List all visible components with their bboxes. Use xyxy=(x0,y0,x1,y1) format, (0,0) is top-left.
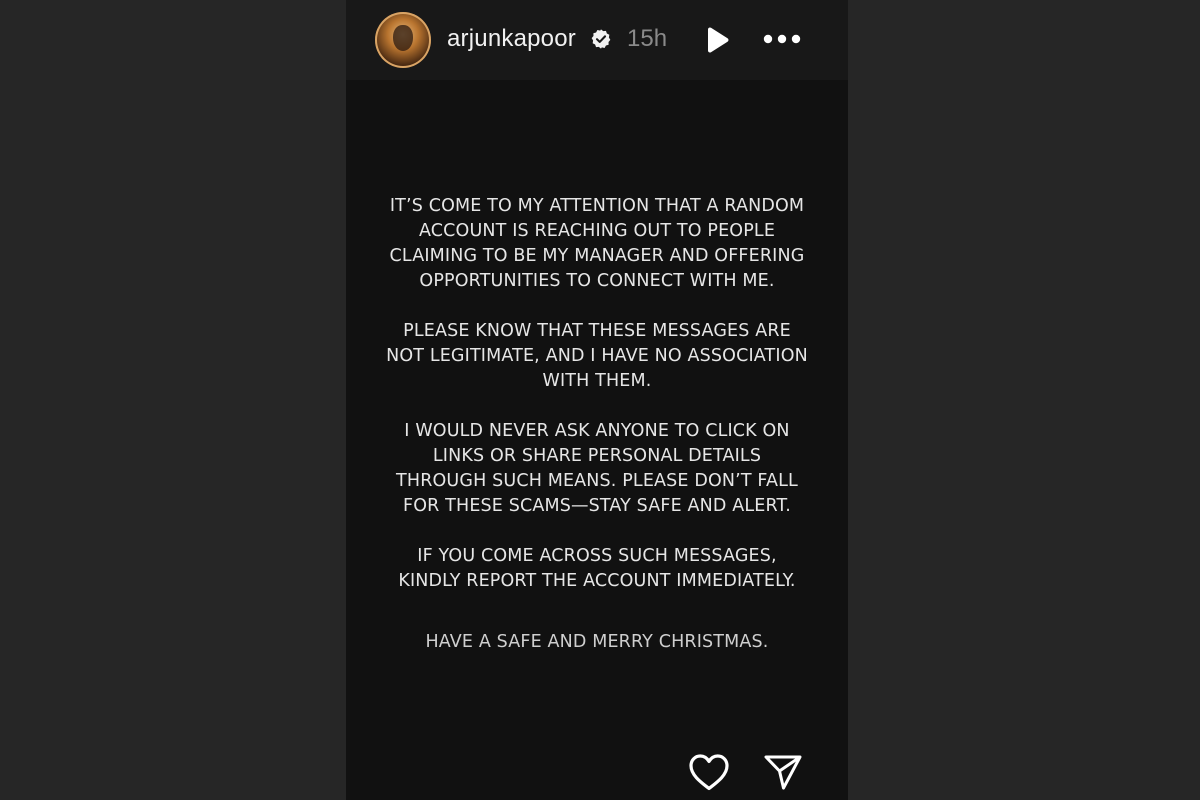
text-line: WITH THEM. xyxy=(542,371,652,391)
text-line: OPPORTUNITIES TO CONNECT WITH ME. xyxy=(419,271,775,291)
verified-badge-icon xyxy=(591,29,611,49)
play-icon[interactable] xyxy=(702,26,732,54)
story-timestamp: 15h xyxy=(627,25,668,52)
text-line: I WOULD NEVER ASK ANYONE TO CLICK ON xyxy=(404,421,790,441)
text-line: LINKS OR SHARE PERSONAL DETAILS xyxy=(432,446,762,466)
text-line: IT’S COME TO MY ATTENTION THAT A RANDOM xyxy=(389,196,805,216)
story-text: IT’S COME TO MY ATTENTION THAT A RANDOM … xyxy=(346,194,848,655)
text-line: NOT LEGITIMATE, AND I HAVE NO ASSOCIATIO… xyxy=(386,346,808,366)
heart-icon[interactable] xyxy=(687,751,731,793)
page-background: arjunkapoor 15h IT’S COME TO MY ATTENTIO… xyxy=(0,0,1200,800)
text-line: THROUGH SUCH MEANS. PLEASE DON’T FALL xyxy=(396,471,798,491)
paragraph-not-legitimate: PLEASE KNOW THAT THESE MESSAGES ARE NOT … xyxy=(346,319,848,394)
text-line: CLAIMING TO BE MY MANAGER AND OFFERING xyxy=(389,246,805,266)
text-line: KINDLY REPORT THE ACCOUNT IMMEDIATELY. xyxy=(398,571,796,591)
text-line: HAVE A SAFE AND MERRY CHRISTMAS. xyxy=(425,632,769,652)
more-options-icon[interactable] xyxy=(762,30,802,48)
paragraph-warning: IT’S COME TO MY ATTENTION THAT A RANDOM … xyxy=(346,194,848,294)
text-line: FOR THESE SCAMS—STAY SAFE AND ALERT. xyxy=(403,496,791,516)
avatar-photo xyxy=(393,25,413,51)
text-line: PLEASE KNOW THAT THESE MESSAGES ARE xyxy=(403,321,791,341)
paragraph-never-ask: I WOULD NEVER ASK ANYONE TO CLICK ON LIN… xyxy=(346,419,848,519)
text-line: ACCOUNT IS REACHING OUT TO PEOPLE xyxy=(418,221,776,241)
paragraph-report: IF YOU COME ACROSS SUCH MESSAGES, KINDLY… xyxy=(346,544,848,594)
story-header: arjunkapoor 15h xyxy=(346,0,848,80)
text-line: IF YOU COME ACROSS SUCH MESSAGES, xyxy=(417,546,777,566)
paper-plane-icon[interactable] xyxy=(762,752,804,792)
username-link[interactable]: arjunkapoor xyxy=(447,24,576,54)
paragraph-christmas: HAVE A SAFE AND MERRY CHRISTMAS. xyxy=(346,630,848,655)
story-viewer[interactable]: arjunkapoor 15h IT’S COME TO MY ATTENTIO… xyxy=(346,0,848,800)
avatar[interactable] xyxy=(375,12,431,68)
